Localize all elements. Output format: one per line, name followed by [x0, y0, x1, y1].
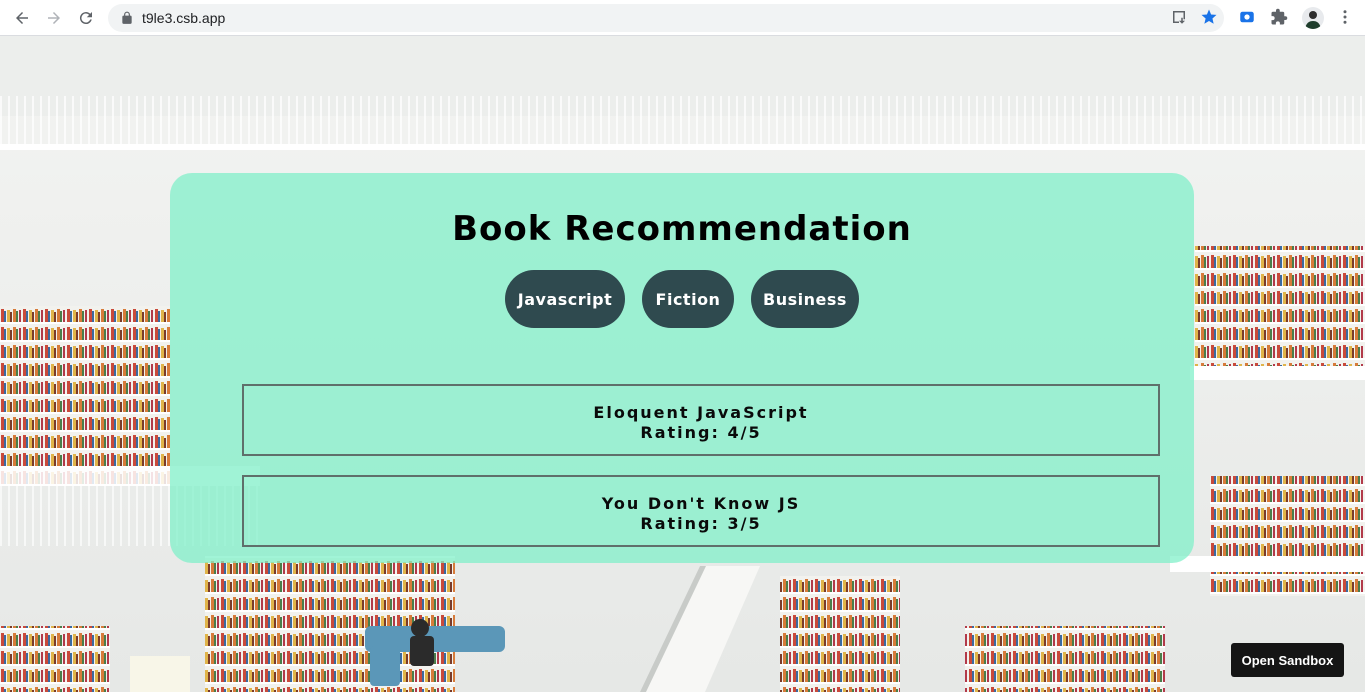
open-sandbox-button[interactable]: Open Sandbox: [1231, 643, 1344, 677]
install-app-icon[interactable]: [1170, 8, 1188, 26]
browser-toolbar: t9le3.csb.app: [0, 0, 1365, 36]
book-name: Eloquent JavaScript: [593, 403, 809, 422]
book-name: You Don't Know JS: [601, 494, 801, 513]
book-rating: Rating: 3/5: [640, 514, 762, 533]
browser-menu-icon[interactable]: [1336, 8, 1354, 26]
page-title: Book Recommendation: [452, 209, 912, 249]
genre-button-group: Javascript Fiction Business: [505, 270, 859, 328]
extensions-puzzle-icon[interactable]: [1270, 8, 1288, 26]
profile-avatar[interactable]: [1302, 7, 1324, 29]
forward-button[interactable]: [40, 4, 68, 32]
url-text: t9le3.csb.app: [142, 10, 226, 26]
bookmark-star-icon[interactable]: [1200, 8, 1218, 26]
reload-icon: [79, 11, 92, 24]
book-card: Eloquent JavaScript Rating: 4/5: [242, 384, 1160, 456]
genre-button-business[interactable]: Business: [751, 270, 859, 328]
back-arrow-icon: [16, 11, 28, 24]
address-bar[interactable]: t9le3.csb.app: [108, 4, 1224, 32]
lock-icon: [122, 11, 132, 24]
book-card: You Don't Know JS Rating: 3/5: [242, 475, 1160, 547]
screen-capture-extension-icon[interactable]: [1238, 8, 1256, 26]
app-container: Book Recommendation Javascript Fiction B…: [170, 173, 1194, 563]
genre-button-javascript[interactable]: Javascript: [505, 270, 625, 328]
forward-arrow-icon: [48, 11, 60, 24]
book-rating: Rating: 4/5: [640, 423, 762, 442]
reload-button[interactable]: [72, 4, 100, 32]
genre-button-fiction[interactable]: Fiction: [642, 270, 734, 328]
page-viewport: Book Recommendation Javascript Fiction B…: [0, 36, 1365, 692]
back-button[interactable]: [8, 4, 36, 32]
